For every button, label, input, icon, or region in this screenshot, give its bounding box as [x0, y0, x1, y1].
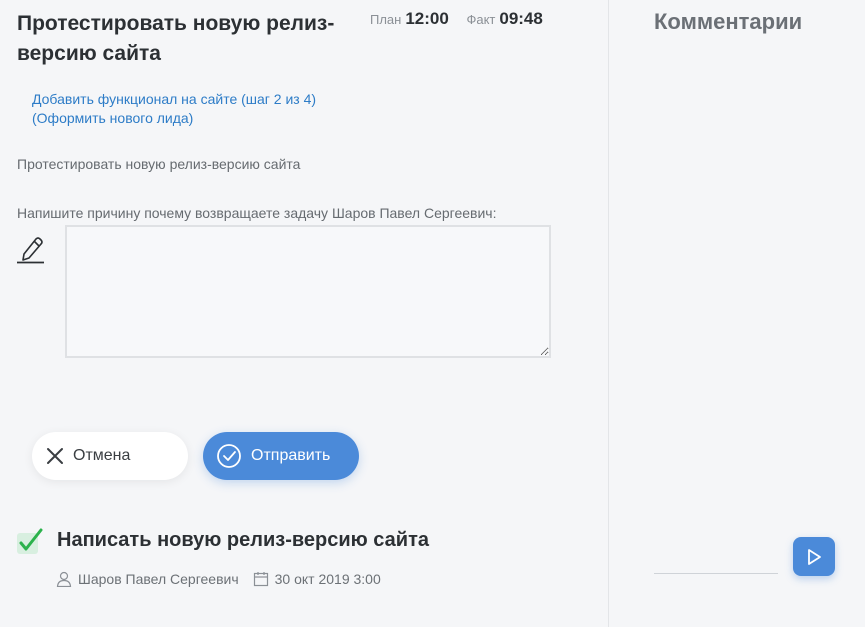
time-info: План 12:00 Факт 09:48: [370, 9, 543, 29]
subtask-date: 30 окт 2019 3:00: [274, 571, 381, 587]
subtask-assignee: Шаров Павел Сергеевич: [78, 571, 239, 587]
parent-task-link[interactable]: Добавить функционал на сайте (шаг 2 из 4…: [32, 90, 362, 128]
subtask-meta: Шаров Павел Сергеевич 30 окт 2019 3:00: [56, 571, 381, 587]
cancel-button[interactable]: Отмена: [32, 432, 188, 480]
comments-title: Комментарии: [654, 9, 803, 34]
fact-label: Факт: [466, 12, 496, 27]
subtask-checkbox[interactable]: [17, 528, 43, 554]
close-icon: [47, 448, 63, 464]
reason-textarea[interactable]: [65, 225, 551, 358]
check-circle-icon: [217, 444, 241, 468]
comments-panel: Комментарии: [609, 0, 865, 627]
cancel-button-label: Отмена: [73, 447, 131, 464]
send-comment-button[interactable]: [793, 537, 835, 576]
task-title: Протестировать новую релиз-версию сайта: [17, 12, 335, 65]
plan-label: План: [370, 12, 402, 27]
play-icon: [808, 548, 821, 565]
task-description: Протестировать новую релиз-версию сайта: [17, 156, 301, 172]
subtask-title[interactable]: Написать новую релиз-версию сайта: [57, 529, 429, 552]
task-panel: Протестировать новую релиз-версию сайта …: [0, 0, 608, 627]
comment-input[interactable]: [654, 551, 778, 574]
fact-value: 09:48: [499, 9, 543, 28]
calendar-icon: [253, 572, 268, 587]
pencil-icon: [17, 237, 44, 264]
user-icon: [56, 571, 72, 587]
reason-label: Напишите причину почему возвращаете зада…: [17, 205, 497, 221]
plan-value: 12:00: [405, 9, 449, 28]
send-button[interactable]: Отправить: [203, 432, 359, 480]
send-button-label: Отправить: [251, 447, 331, 464]
